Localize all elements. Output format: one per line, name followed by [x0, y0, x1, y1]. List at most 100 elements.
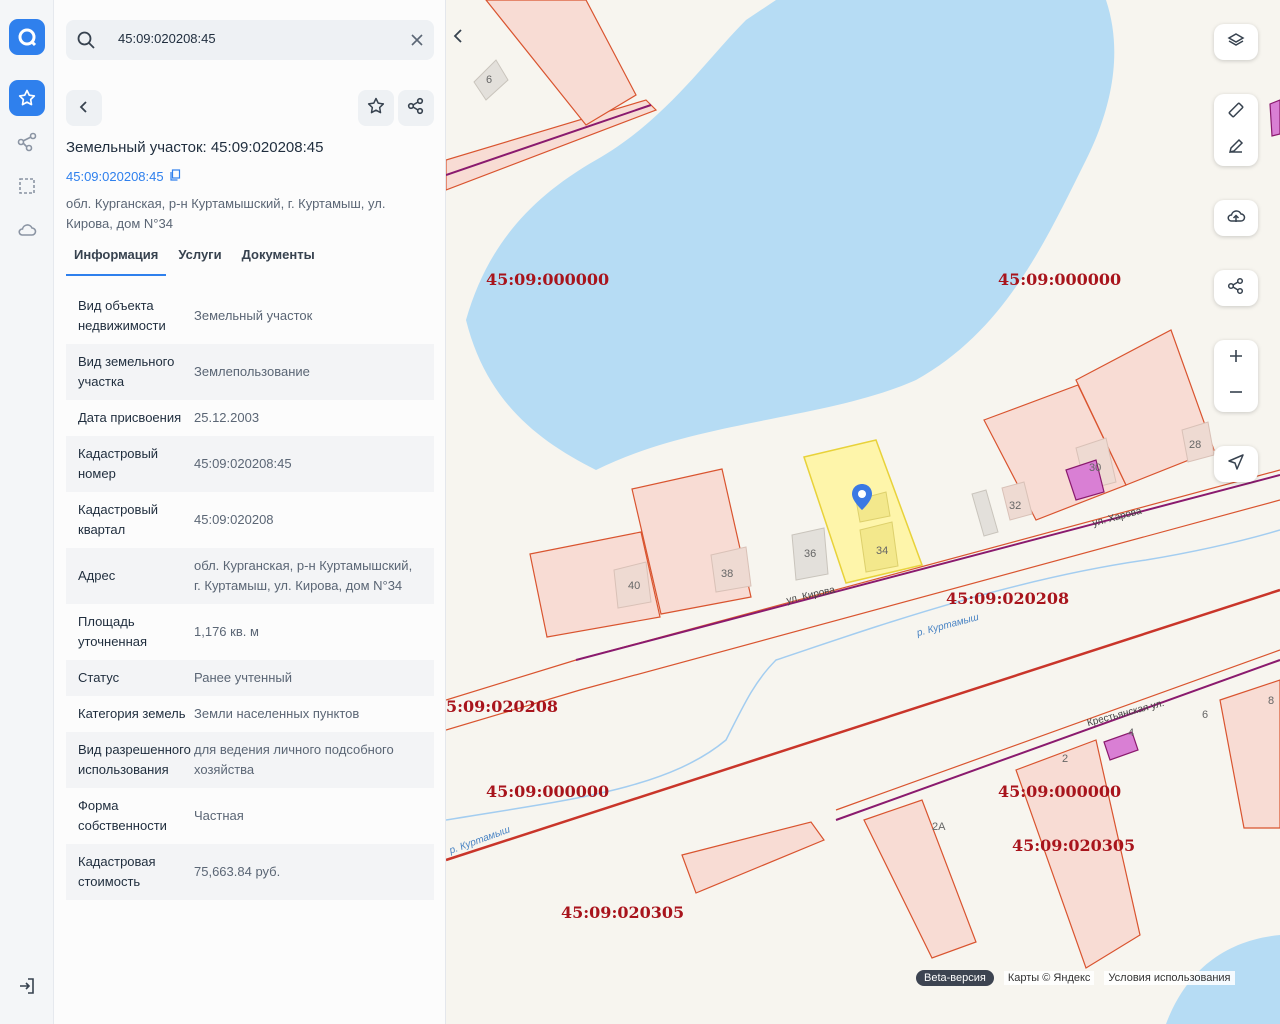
house-number: 2	[1062, 753, 1069, 765]
plus-icon	[1228, 348, 1244, 368]
info-row: Кадастровый квартал 45:09:020208	[66, 492, 434, 548]
locate-control	[1214, 446, 1258, 482]
info-key: Вид объекта недвижимости	[78, 298, 166, 333]
info-value: 75,663.84 руб.	[194, 864, 281, 879]
cadastral-map[interactable]: 45:09:000000 45:09:000000 45:09:020208 5…	[446, 0, 1280, 1024]
quarter-label: 45:09:020208	[946, 589, 1070, 608]
info-value: Частная	[194, 808, 244, 823]
quarter-label: 45:09:000000	[998, 270, 1122, 289]
tab-bar: Информация Услуги Документы	[66, 246, 327, 276]
info-value: 25.12.2003	[194, 410, 260, 425]
info-key: Кадастровая стоимость	[78, 854, 156, 889]
info-key: Кадастровый номер	[78, 446, 159, 481]
locate-icon	[1227, 453, 1245, 475]
tab-information[interactable]: Информация	[66, 246, 167, 276]
info-value: Земли населенных пунктов	[194, 706, 360, 721]
house-number: 36	[804, 548, 817, 560]
collapse-panel-button[interactable]	[446, 20, 470, 52]
icon-rail	[0, 0, 54, 1024]
house-number: 38	[721, 568, 734, 580]
info-row: Кадастровая стоимость 75,663.84 руб.	[66, 844, 434, 900]
location-pin-icon[interactable]	[851, 483, 873, 515]
info-row: Статус Ранее учтенный	[66, 660, 434, 696]
share-icon	[1227, 277, 1245, 299]
map-attribution: Beta-версия Карты © Яндекс Условия испол…	[916, 970, 1235, 986]
house-number: 2A	[932, 821, 946, 833]
cadastral-number-text[interactable]: 45:09:020208:45	[66, 169, 164, 184]
house-number: 8	[1268, 695, 1275, 707]
info-row: Вид земельного участка Землепользование	[66, 344, 434, 400]
info-key: Категория земель	[78, 706, 186, 721]
terms-link[interactable]: Условия использования	[1104, 971, 1235, 985]
search-bar[interactable]: 45:09:020208:45	[66, 20, 434, 60]
tab-services[interactable]: Услуги	[170, 246, 229, 276]
quarter-label: 45:09:020305	[1012, 836, 1136, 855]
close-icon[interactable]	[410, 32, 424, 51]
info-key: Статус	[78, 670, 120, 685]
quarter-label: 5:09:020208	[446, 697, 559, 716]
search-icon	[76, 30, 96, 54]
info-value: 45:09:020208:45	[194, 456, 292, 471]
info-value: обл. Курганская, р-н Куртамышский, г. Ку…	[194, 558, 413, 593]
house-number: 32	[1009, 500, 1022, 512]
house-number: 34	[876, 545, 889, 557]
layers-icon	[1227, 31, 1245, 53]
house-number: 6	[1202, 709, 1209, 721]
upload-button[interactable]	[1214, 200, 1258, 236]
info-value: 45:09:020208	[194, 512, 274, 527]
quarter-label: 45:09:000000	[486, 270, 610, 289]
search-input[interactable]: 45:09:020208:45	[118, 31, 216, 46]
upload-control	[1214, 200, 1258, 236]
layers-button[interactable]	[1214, 24, 1258, 60]
info-value: 1,176 кв. м	[194, 624, 259, 639]
info-value: Земельный участок	[194, 308, 313, 323]
minus-icon	[1228, 384, 1244, 404]
house-number: 30	[1089, 462, 1102, 474]
cadastral-number-link[interactable]: 45:09:020208:45	[66, 169, 181, 184]
info-row: Кадастровый номер 45:09:020208:45	[66, 436, 434, 492]
copyright-text[interactable]: Карты © Яндекс	[1003, 971, 1095, 985]
quarter-label: 45:09:000000	[486, 782, 610, 801]
info-row: Адрес обл. Курганская, р-н Куртамышский, …	[66, 548, 434, 604]
ruler-button[interactable]	[1214, 94, 1258, 130]
info-key: Вид разрешенного использования	[78, 742, 191, 777]
cloud-icon[interactable]	[15, 218, 39, 242]
share-icon	[407, 97, 425, 119]
upload-icon	[1226, 207, 1246, 229]
info-row: Форма собственности Частная	[66, 788, 434, 844]
info-key: Дата присвоения	[78, 410, 182, 425]
info-value: для ведения личного подсобного хозяйства	[194, 742, 394, 777]
edit-icon	[1227, 137, 1245, 159]
info-row: Категория земель Земли населенных пунктов	[66, 696, 434, 732]
zoom-control	[1214, 340, 1258, 412]
info-row: Вид объекта недвижимости Земельный участо…	[66, 288, 434, 344]
tab-documents[interactable]: Документы	[234, 246, 323, 276]
star-icon[interactable]	[9, 80, 45, 116]
info-value: Землепользование	[194, 364, 310, 379]
copy-icon[interactable]	[169, 169, 181, 184]
house-number: 40	[628, 580, 641, 592]
house-number: 4	[1128, 727, 1135, 739]
edit-button[interactable]	[1214, 130, 1258, 166]
logout-icon[interactable]	[15, 974, 39, 998]
info-key: Адрес	[78, 568, 116, 583]
quarter-label: 45:09:020305	[561, 903, 685, 922]
logo-icon[interactable]	[9, 19, 45, 55]
route-icon[interactable]	[15, 130, 39, 154]
info-row: Вид разрешенного использования для ведени…	[66, 732, 434, 788]
locate-button[interactable]	[1214, 446, 1258, 482]
zoom-out-button[interactable]	[1214, 376, 1258, 412]
quarter-label: 45:09:000000	[998, 782, 1122, 801]
ruler-icon	[1227, 101, 1245, 123]
share-button[interactable]	[398, 90, 434, 126]
select-area-icon[interactable]	[15, 174, 39, 198]
beta-badge: Beta-версия	[916, 970, 994, 986]
house-number: 6	[486, 74, 493, 86]
parcel-panel: 45:09:020208:45 Земельный участок: 45:09…	[54, 0, 446, 1024]
favorite-icon	[366, 96, 386, 120]
favorite-button[interactable]	[358, 90, 394, 126]
zoom-in-button[interactable]	[1214, 340, 1258, 376]
back-button[interactable]	[66, 90, 102, 126]
info-key: Площадь уточненная	[78, 614, 148, 649]
map-share-button[interactable]	[1214, 270, 1258, 306]
